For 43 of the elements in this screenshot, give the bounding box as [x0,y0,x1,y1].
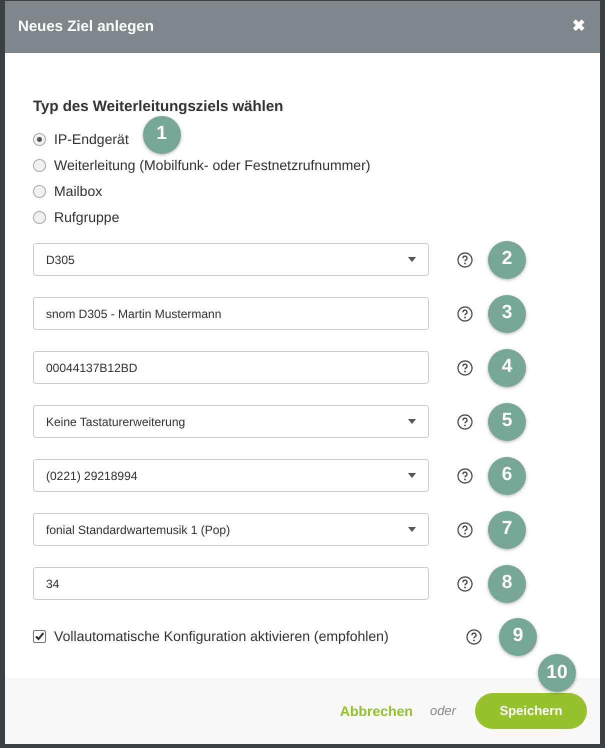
select-field[interactable]: Keine Tastaturerweiterung [33,405,429,438]
help-icon[interactable] [457,414,473,430]
callout-badge: 4 [488,348,526,386]
help-icon[interactable] [457,468,473,484]
help-icon[interactable] [457,522,473,538]
dropdown-caret-icon [408,419,416,424]
help-icon[interactable] [457,576,473,592]
callout-badge: 9 [499,618,537,656]
dropdown-caret-icon [408,527,416,532]
radio-label: IP-Endgerät [54,130,129,149]
callout-badge: 3 [488,294,526,332]
close-button[interactable]: ✖ [572,15,585,39]
help-icon[interactable] [457,306,473,322]
callout-badge: 6 [488,456,526,494]
checkbox-label: Vollautomatische Konfiguration aktivieren (empfohlen) [54,627,390,646]
select-field[interactable]: D305 [33,243,429,276]
callout-badge: 2 [488,240,526,278]
help-icon[interactable] [457,360,473,376]
radio-button[interactable] [33,159,46,172]
radio-button[interactable] [33,133,46,146]
callout-badge: 1 [142,116,181,154]
radio-label: Mailbox [54,182,102,201]
radio-label: Weiterleitung (Mobilfunk- oder Festnetzrufnummer) [54,156,370,175]
or-label: oder [430,702,456,720]
callout-badge: 10 [538,654,576,692]
dialog-title: Neues Ziel anlegen [18,16,154,37]
section-heading: Typ des Weiterleitungsziels wählen [33,97,284,117]
text-field[interactable]: snom D305 - Martin Mustermann [33,297,429,330]
text-field[interactable]: 34 [33,567,429,600]
radio-button[interactable] [33,185,46,198]
text-field[interactable]: 00044137B12BD [33,351,429,384]
callout-badge: 5 [488,402,526,440]
dropdown-caret-icon [408,257,416,262]
callout-badge: 7 [488,510,526,548]
callout-badge: 8 [488,564,526,602]
select-field[interactable]: fonial Standardwartemusik 1 (Pop) [33,513,429,546]
select-field[interactable]: (0221) 29218994 [33,459,429,492]
checkbox[interactable] [33,630,46,643]
help-icon[interactable] [466,628,482,644]
radio-label: Rufgruppe [54,208,120,227]
dropdown-caret-icon [408,473,416,478]
help-icon[interactable] [457,252,473,268]
radio-button[interactable] [33,211,46,224]
